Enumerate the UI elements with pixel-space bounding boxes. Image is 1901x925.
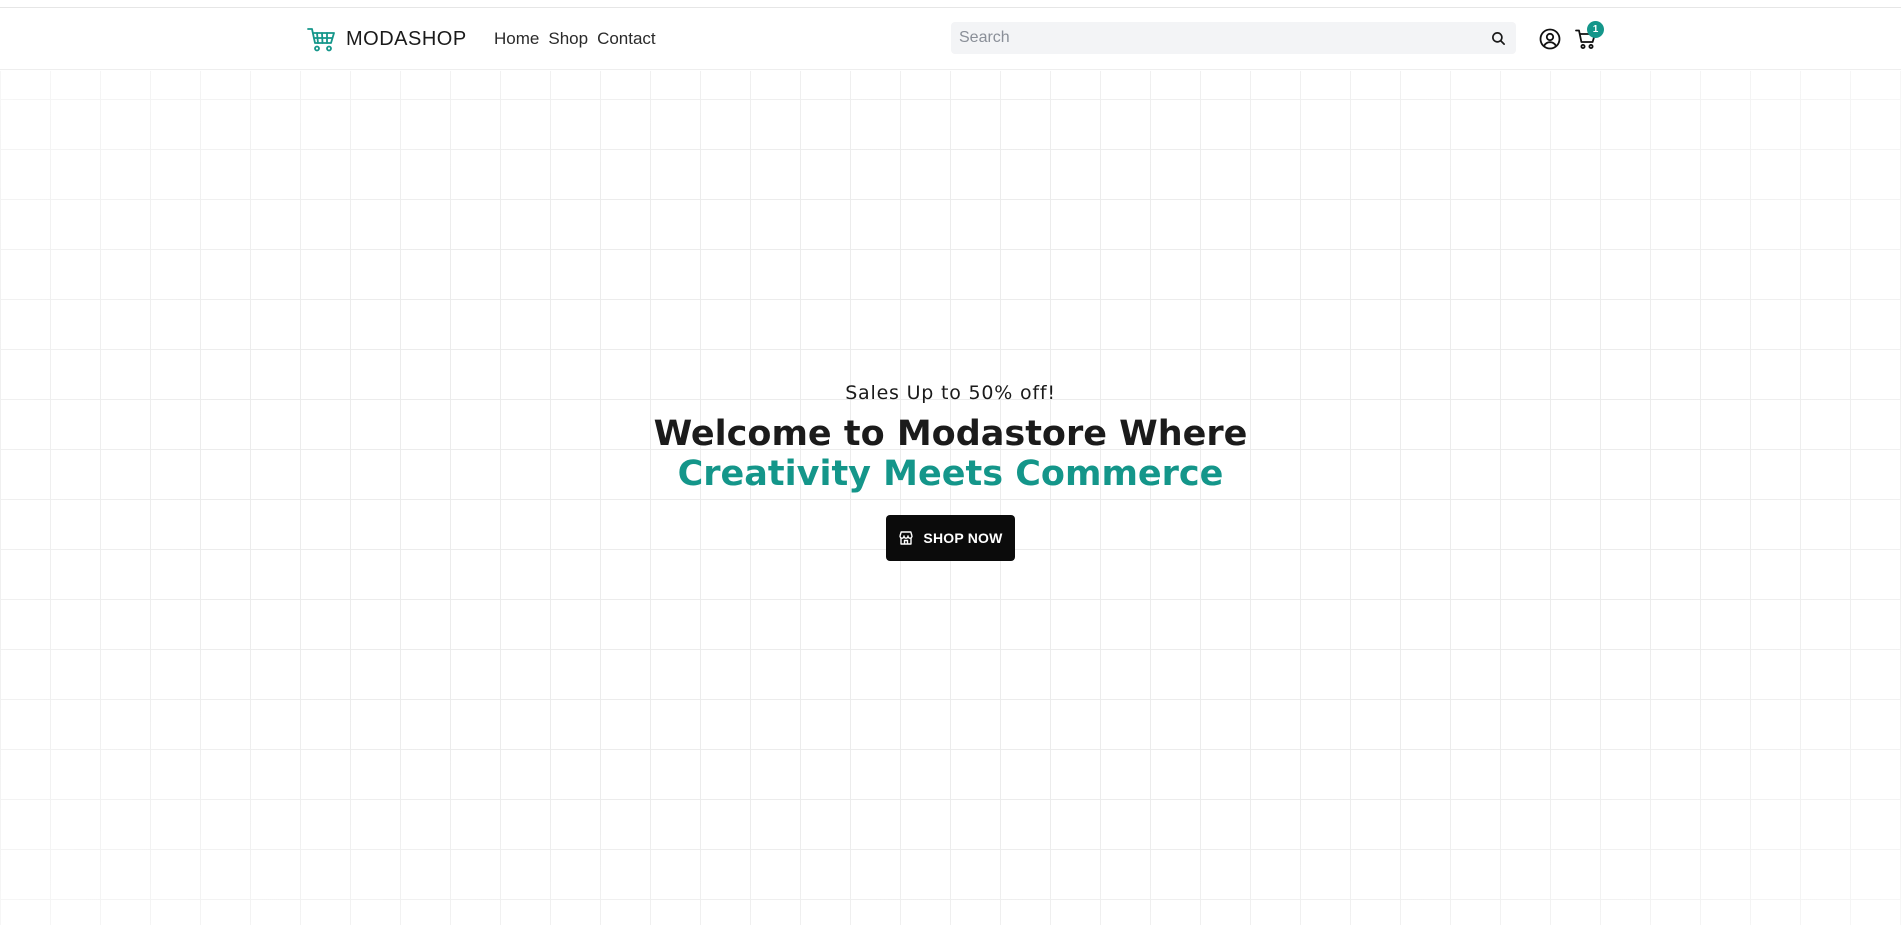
hero-section: Sales Up to 50% off! Welcome to Modastor… xyxy=(0,71,1901,925)
shopping-cart-icon xyxy=(307,28,335,52)
search-input[interactable] xyxy=(951,22,1480,54)
hero-content: Sales Up to 50% off! Welcome to Modastor… xyxy=(0,378,1901,561)
hero-headline-accent: Creativity Meets Commerce xyxy=(677,454,1224,494)
browser-top-strip xyxy=(0,0,1901,8)
brand-name: MODASHOP xyxy=(346,27,467,50)
site-header: MODASHOP Home Shop Contact 1 xyxy=(0,8,1901,70)
cart-count-badge: 1 xyxy=(1587,21,1604,38)
account-button[interactable] xyxy=(1538,27,1562,51)
hero-headline: Welcome to Modastore Where Creativity Me… xyxy=(581,414,1321,494)
shop-now-button[interactable]: SHOP NOW xyxy=(886,515,1015,561)
nav-shop-link[interactable]: Shop xyxy=(548,27,588,51)
user-circle-icon xyxy=(1539,28,1561,50)
hero-headline-text: Welcome to Modastore Where xyxy=(653,414,1248,454)
shop-now-label: SHOP NOW xyxy=(923,530,1003,546)
search-button[interactable] xyxy=(1480,22,1516,54)
hero-tagline: Sales Up to 50% off! xyxy=(845,382,1056,404)
search-bar xyxy=(951,22,1516,54)
main-nav: Home Shop Contact xyxy=(494,27,656,51)
store-icon xyxy=(899,531,914,545)
nav-home-link[interactable]: Home xyxy=(494,27,539,51)
search-icon xyxy=(1491,31,1505,45)
nav-contact-link[interactable]: Contact xyxy=(597,27,656,51)
brand-logo-link[interactable]: MODASHOP xyxy=(306,25,467,53)
